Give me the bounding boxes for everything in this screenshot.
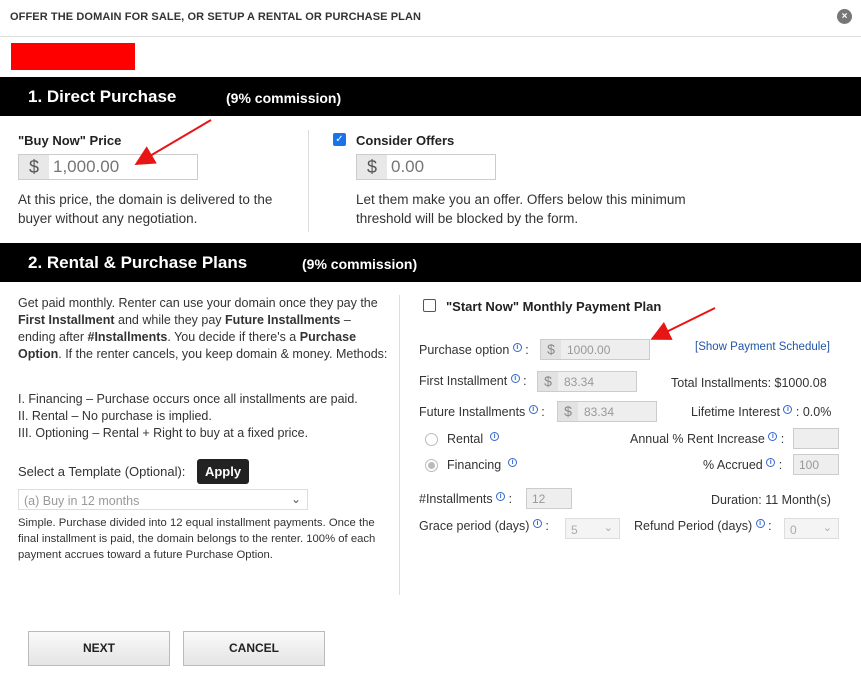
next-button[interactable]: NEXT [28, 631, 170, 666]
annotation-arrow [134, 119, 212, 166]
annotation-arrows [134, 119, 716, 340]
annotation-arrow [650, 307, 716, 340]
domain-sale-dialog: OFFER THE DOMAIN FOR SALE, OR SETUP A RE… [0, 0, 861, 694]
cancel-button[interactable]: CANCEL [183, 631, 325, 666]
